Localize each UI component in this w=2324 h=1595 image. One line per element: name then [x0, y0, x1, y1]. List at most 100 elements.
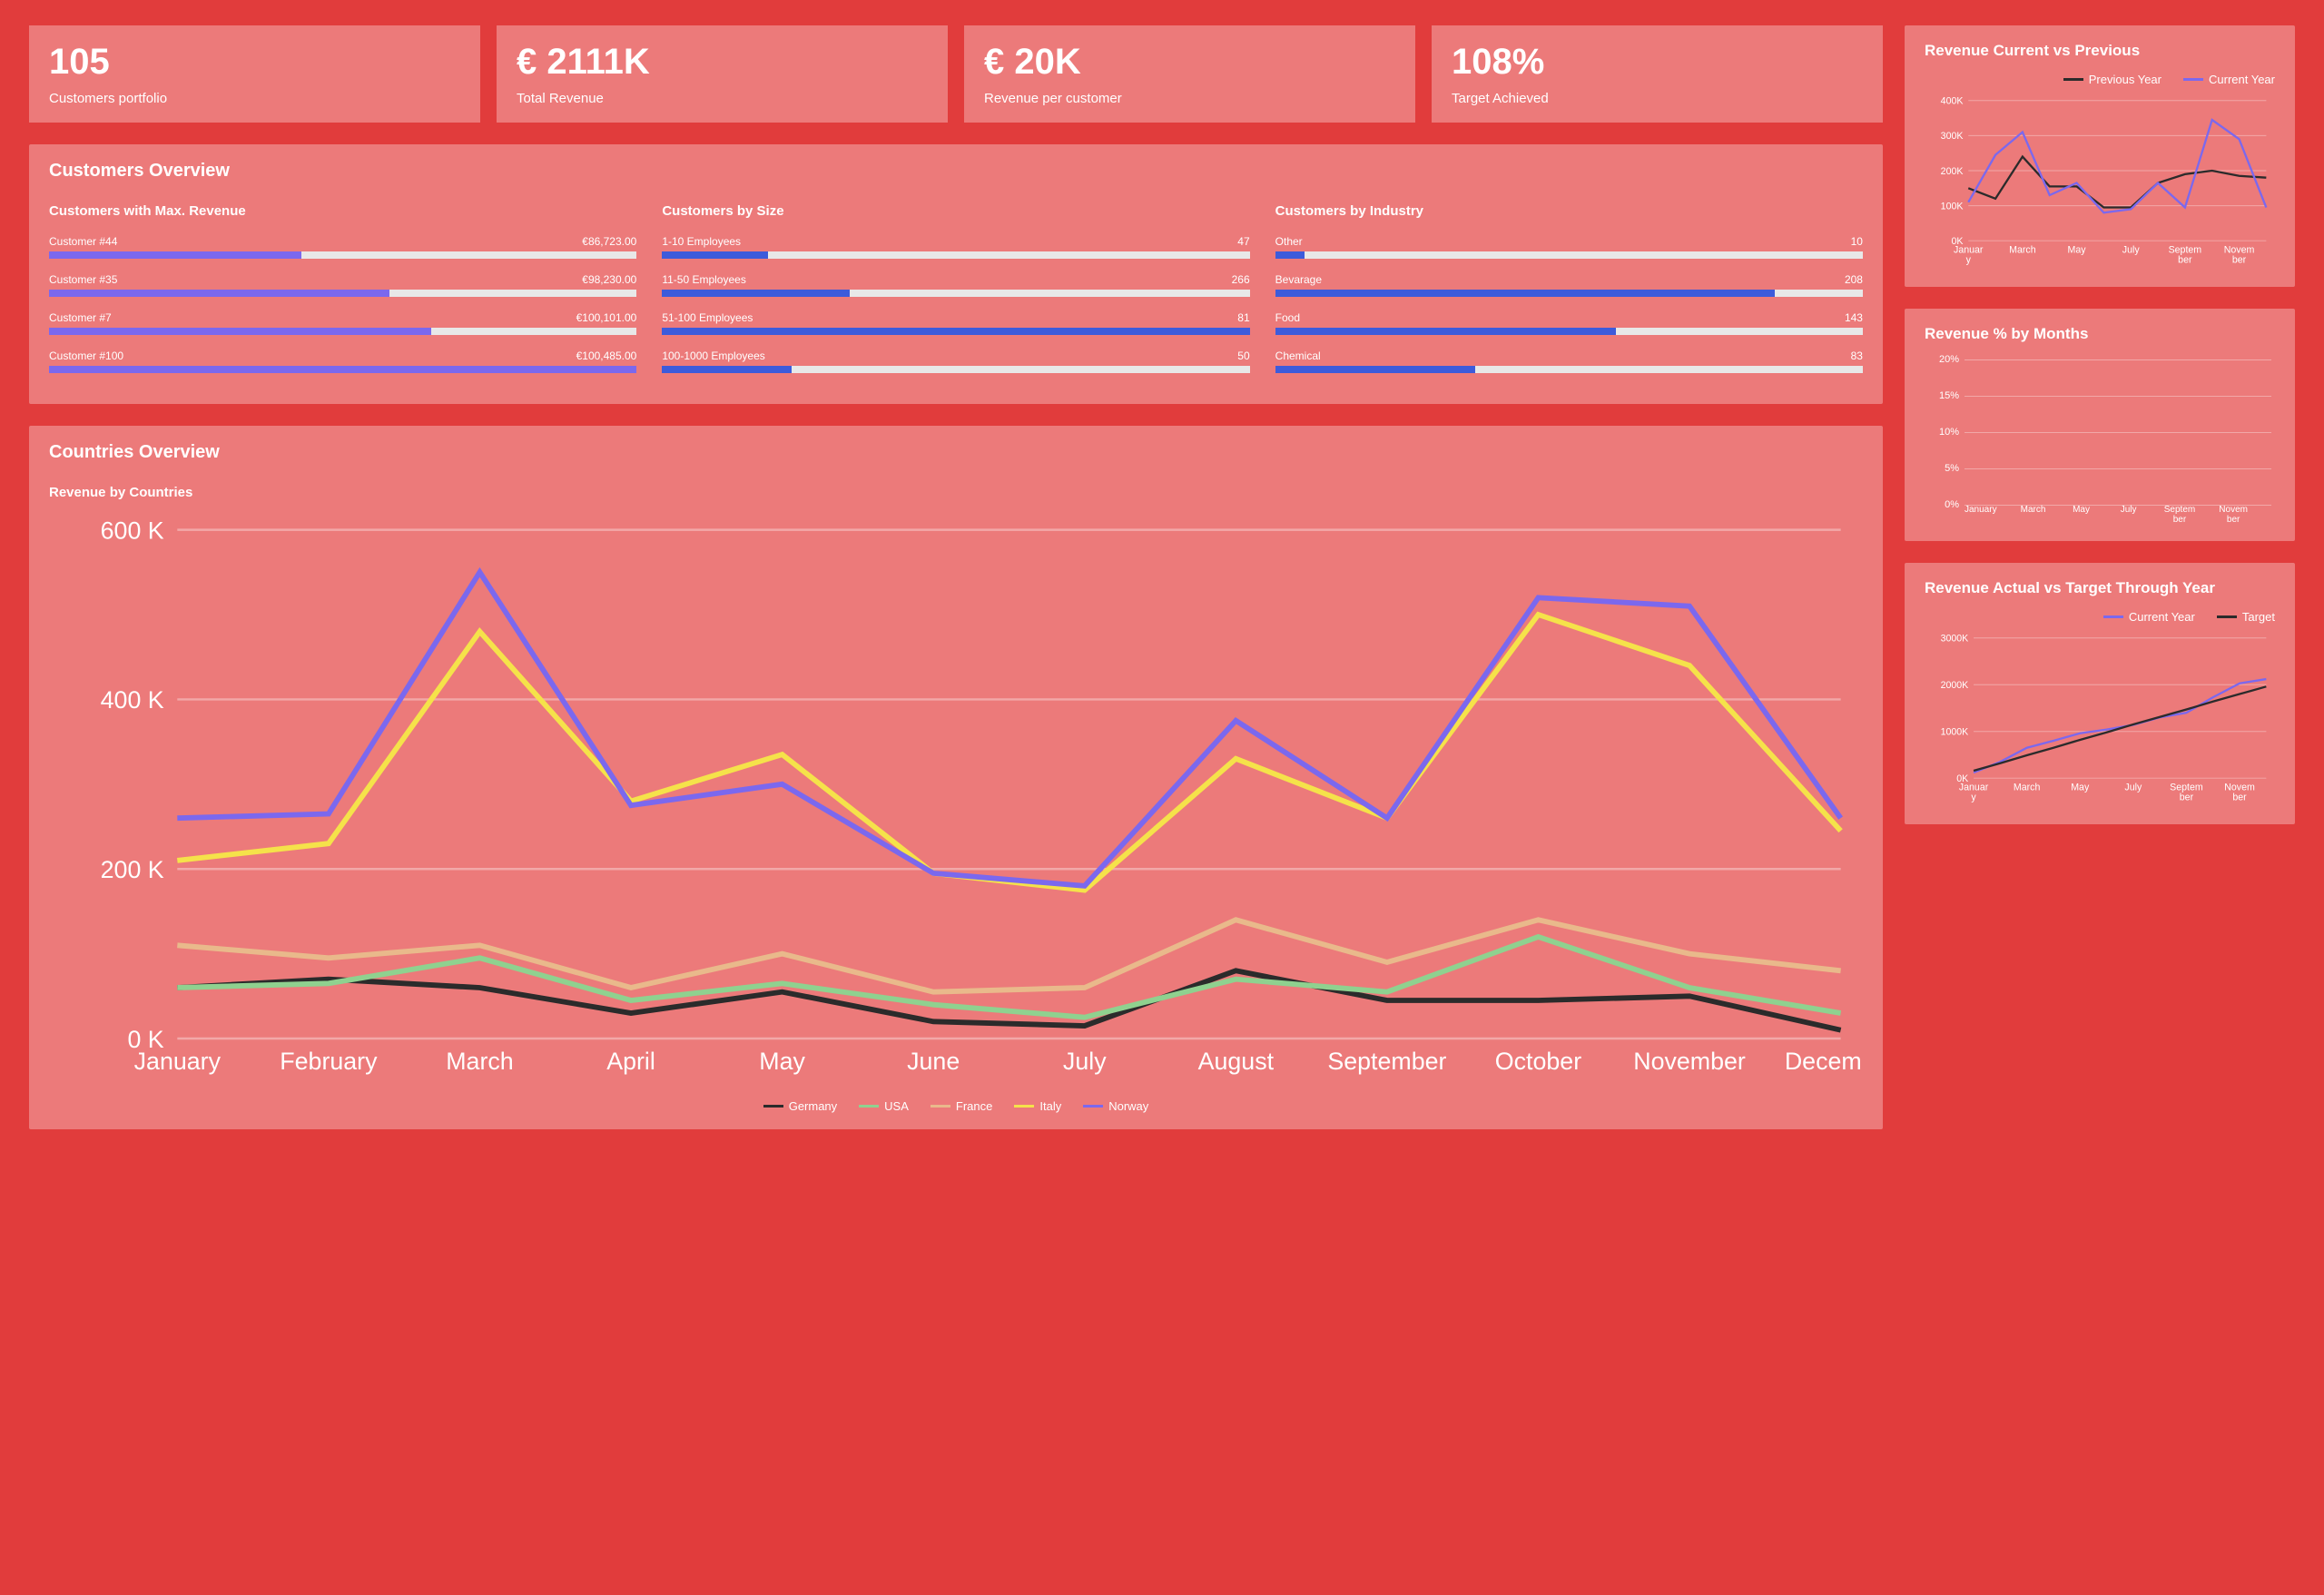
bar-value: 143	[1845, 311, 1863, 324]
bar-row: Customer #35€98,230.00	[49, 273, 636, 297]
legend-swatch	[2103, 615, 2123, 618]
bar-track	[1275, 251, 1863, 259]
legend-swatch	[2063, 78, 2083, 81]
svg-text:December: December	[1785, 1048, 1863, 1075]
svg-text:ber: ber	[2232, 254, 2247, 265]
bar-fill	[662, 366, 791, 373]
bar-label: Customer #44	[49, 235, 117, 248]
bar-label: Food	[1275, 311, 1300, 324]
bar-label: Customer #7	[49, 311, 112, 324]
svg-text:August: August	[1198, 1048, 1275, 1075]
bar-label: Customer #100	[49, 350, 123, 362]
bar-label: Chemical	[1275, 350, 1321, 362]
bar-value: 81	[1237, 311, 1249, 324]
revenue-current-vs-previous-chart: 0K100K200K300K400KJanuaryMarchMayJulySep…	[1925, 95, 2275, 271]
svg-text:May: May	[759, 1048, 805, 1075]
bar-fill	[662, 251, 768, 259]
bar-track	[662, 251, 1249, 259]
bar-track	[1275, 366, 1863, 373]
svg-text:May: May	[2068, 245, 2087, 256]
customers-overview-panel: Customers Overview Customers with Max. R…	[29, 144, 1883, 404]
revenue-pct-by-months-panel: Revenue % by Months 0%5%10%15%20% Januar…	[1905, 309, 2295, 541]
legend-item: France	[931, 1099, 992, 1113]
kpi-revenue-per-customer: € 20K Revenue per customer	[964, 25, 1415, 123]
by-size-col: Customers by Size 1-10 Employees4711-50 …	[662, 203, 1249, 388]
bar-fill	[49, 366, 636, 373]
bar-value: €86,723.00	[582, 235, 636, 248]
col-title: Customers by Size	[662, 203, 1249, 219]
bar-value: 266	[1232, 273, 1250, 286]
bar-track	[49, 251, 636, 259]
panel-title: Revenue Current vs Previous	[1925, 42, 2275, 60]
legend-item: Germany	[763, 1099, 837, 1113]
bar-row: Customer #7€100,101.00	[49, 311, 636, 335]
svg-text:October: October	[1495, 1048, 1581, 1075]
bar-track	[662, 290, 1249, 297]
kpi-value: € 20K	[984, 42, 1395, 82]
svg-text:February: February	[280, 1048, 378, 1075]
bar-track	[49, 290, 636, 297]
legend-item: Current Year	[2103, 610, 2195, 624]
col-title: Customers with Max. Revenue	[49, 203, 636, 219]
legend-item: Norway	[1083, 1099, 1148, 1113]
bar-label: 51-100 Employees	[662, 311, 753, 324]
kpi-label: Total Revenue	[517, 91, 928, 106]
svg-text:100K: 100K	[1941, 201, 1964, 212]
svg-text:200 K: 200 K	[101, 856, 164, 883]
legend-label: Current Year	[2129, 610, 2195, 624]
svg-text:May: May	[2071, 783, 2090, 793]
bar-row: 11-50 Employees 266	[662, 273, 1249, 297]
bar-fill	[1275, 251, 1305, 259]
legend-item: USA	[859, 1099, 909, 1113]
bar-row: 100-1000 Employees50	[662, 350, 1249, 373]
svg-text:January: January	[134, 1048, 222, 1075]
svg-text:July: July	[2122, 245, 2141, 256]
legend-item: Italy	[1014, 1099, 1061, 1113]
panel-title: Revenue Actual vs Target Through Year	[1925, 579, 2275, 597]
bar-row: Chemical83	[1275, 350, 1863, 373]
bar-fill	[1275, 366, 1475, 373]
legend-label: Previous Year	[2089, 73, 2162, 86]
tgt-legend: Current Year Target	[1925, 610, 2275, 624]
svg-text:300K: 300K	[1941, 131, 1964, 142]
svg-text:March: March	[446, 1048, 513, 1075]
svg-text:September: September	[1327, 1048, 1446, 1075]
revenue-pct-chart: 0%5%10%15%20%	[1965, 359, 2271, 505]
svg-text:March: March	[2014, 783, 2041, 793]
col-title: Customers by Industry	[1275, 203, 1863, 219]
svg-text:ber: ber	[2232, 792, 2247, 802]
countries-overview-panel: Countries Overview Revenue by Countries …	[29, 426, 1883, 1129]
bar-label: 11-50 Employees	[662, 273, 746, 286]
legend-label: Norway	[1108, 1099, 1148, 1113]
bar-fill	[662, 290, 850, 297]
svg-text:y: y	[1971, 792, 1976, 802]
kpi-customers: 105 Customers portfolio	[29, 25, 480, 123]
bar-fill	[662, 328, 1249, 335]
kpi-label: Customers portfolio	[49, 91, 460, 106]
legend-label: USA	[884, 1099, 909, 1113]
svg-text:June: June	[907, 1048, 960, 1075]
panel-title: Revenue % by Months	[1925, 325, 2275, 343]
legend-item: Current Year	[2183, 73, 2275, 86]
svg-text:April: April	[606, 1048, 655, 1075]
kpi-total-revenue: € 2111K Total Revenue	[497, 25, 948, 123]
legend-label: Target	[2242, 610, 2275, 624]
bar-fill	[1275, 290, 1775, 297]
svg-text:400K: 400K	[1941, 96, 1964, 107]
bar-fill	[1275, 328, 1616, 335]
legend-label: Current Year	[2209, 73, 2275, 86]
legend-swatch	[1083, 1105, 1103, 1108]
bar-fill	[49, 328, 431, 335]
countries-legend: Germany USA France Italy Norway	[49, 1099, 1863, 1113]
legend-swatch	[931, 1105, 950, 1108]
legend-label: Italy	[1039, 1099, 1061, 1113]
legend-swatch	[859, 1105, 879, 1108]
kpi-value: € 2111K	[517, 42, 928, 82]
bar-row: Food 143	[1275, 311, 1863, 335]
svg-text:3000K: 3000K	[1941, 634, 1969, 645]
panel-title: Customers Overview	[49, 161, 1863, 182]
svg-text:200K: 200K	[1941, 166, 1964, 177]
revenue-actual-vs-target-chart: 0K1000K2000K3000KJanuaryMarchMayJulySept…	[1925, 633, 2275, 808]
svg-text:1000K: 1000K	[1941, 727, 1969, 738]
bar-label: Customer #35	[49, 273, 117, 286]
